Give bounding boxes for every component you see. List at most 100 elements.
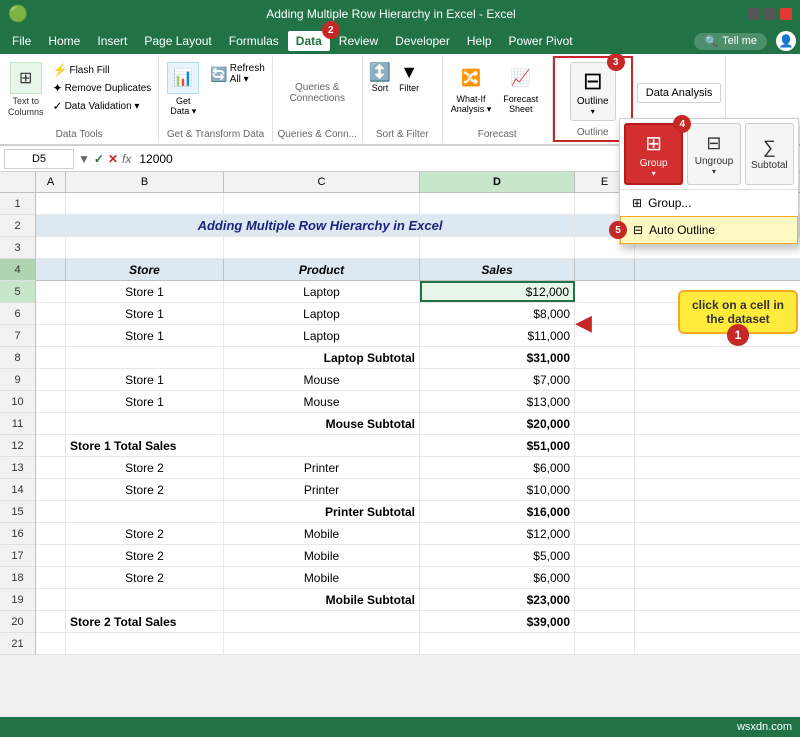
- grid-cell[interactable]: $7,000: [420, 369, 575, 390]
- grid-cell[interactable]: [575, 281, 635, 302]
- grid-cell[interactable]: [575, 391, 635, 412]
- col-header-d[interactable]: D: [420, 172, 575, 192]
- grid-cell[interactable]: [575, 259, 635, 280]
- grid-cell[interactable]: Store 1: [66, 369, 224, 390]
- row-num-13[interactable]: 13: [0, 457, 35, 479]
- row-num-21[interactable]: 21: [0, 633, 35, 655]
- row-num-12[interactable]: 12: [0, 435, 35, 457]
- grid-cell[interactable]: Laptop Subtotal: [224, 347, 420, 368]
- grid-cell[interactable]: [66, 237, 224, 258]
- row-num-3[interactable]: 3: [0, 237, 35, 259]
- grid-cell[interactable]: [224, 193, 420, 214]
- menu-page-layout[interactable]: Page Layout: [136, 31, 219, 51]
- grid-cell[interactable]: Store 1: [66, 325, 224, 346]
- menu-power-pivot[interactable]: Power Pivot: [501, 31, 581, 51]
- flash-fill-btn[interactable]: ⚡Flash Fill: [50, 62, 155, 78]
- grid-cell[interactable]: [36, 237, 66, 258]
- data-analysis-btn[interactable]: Data Analysis: [637, 83, 722, 103]
- grid-cell[interactable]: $16,000: [420, 501, 575, 522]
- row-num-14[interactable]: 14: [0, 479, 35, 501]
- grid-cell-title[interactable]: Adding Multiple Row Hierarchy in Excel: [66, 215, 575, 236]
- data-validation-btn[interactable]: ✓Data Validation ▾: [50, 98, 155, 114]
- grid-cell-b5[interactable]: Store 1: [66, 281, 224, 302]
- user-icon[interactable]: 👤: [776, 31, 796, 51]
- row-num-11[interactable]: 11: [0, 413, 35, 435]
- grid-cell[interactable]: Store 2: [66, 523, 224, 544]
- grid-cell-product-header[interactable]: Product: [224, 259, 420, 280]
- refresh-all-btn[interactable]: 🔄RefreshAll ▾: [207, 62, 267, 86]
- grid-cell[interactable]: [420, 193, 575, 214]
- grid-cell[interactable]: Printer: [224, 479, 420, 500]
- menu-help[interactable]: Help: [459, 31, 500, 51]
- maximize-btn[interactable]: [764, 8, 776, 20]
- menu-home[interactable]: Home: [40, 31, 88, 51]
- grid-cell[interactable]: [66, 347, 224, 368]
- menu-insert[interactable]: Insert: [89, 31, 135, 51]
- ungroup-btn[interactable]: ⊟ Ungroup ▾: [687, 123, 740, 185]
- grid-cell[interactable]: [224, 237, 420, 258]
- grid-cell[interactable]: [575, 479, 635, 500]
- grid-cell[interactable]: Printer Subtotal: [224, 501, 420, 522]
- row-num-17[interactable]: 17: [0, 545, 35, 567]
- grid-cell-c5[interactable]: Laptop: [224, 281, 420, 302]
- grid-cell[interactable]: $10,000: [420, 479, 575, 500]
- grid-cell[interactable]: $39,000: [420, 611, 575, 632]
- row-num-9[interactable]: 9: [0, 369, 35, 391]
- grid-cell[interactable]: [66, 633, 224, 654]
- grid-cell[interactable]: $13,000: [420, 391, 575, 412]
- outline-btn[interactable]: ⊟ Outline ▾ 3: [570, 62, 616, 121]
- grid-cell[interactable]: $6,000: [420, 567, 575, 588]
- subtotal-btn[interactable]: ∑ Subtotal: [745, 123, 794, 185]
- row-num-19[interactable]: 19: [0, 589, 35, 611]
- cell-reference[interactable]: D5: [4, 149, 74, 169]
- grid-cell[interactable]: Laptop: [224, 303, 420, 324]
- filter-btn[interactable]: ▼ Filter: [397, 60, 421, 95]
- grid-cell[interactable]: Mouse: [224, 391, 420, 412]
- grid-cell[interactable]: [36, 193, 66, 214]
- grid-cell[interactable]: [224, 611, 420, 632]
- grid-cell[interactable]: [575, 457, 635, 478]
- grid-cell[interactable]: Mobile: [224, 567, 420, 588]
- row-num-10[interactable]: 10: [0, 391, 35, 413]
- auto-outline-item[interactable]: ⊟ Auto Outline 5: [620, 216, 798, 244]
- grid-cell[interactable]: $12,000: [420, 523, 575, 544]
- grid-cell[interactable]: [575, 545, 635, 566]
- group-big-btn[interactable]: ⊞ Group ▾ 4: [624, 123, 683, 185]
- row-num-5[interactable]: 5: [0, 281, 35, 303]
- grid-cell[interactable]: $31,000: [420, 347, 575, 368]
- grid-cell[interactable]: Store 2: [66, 457, 224, 478]
- grid-cell[interactable]: $11,000: [420, 325, 575, 346]
- grid-cell[interactable]: [420, 237, 575, 258]
- grid-cell[interactable]: Store 2: [66, 567, 224, 588]
- grid-cell[interactable]: [575, 435, 635, 456]
- grid-cell[interactable]: [575, 567, 635, 588]
- grid-cell[interactable]: [36, 259, 66, 280]
- menu-formulas[interactable]: Formulas: [221, 31, 287, 51]
- remove-duplicates-btn[interactable]: ✦Remove Duplicates: [50, 80, 155, 96]
- grid-cell[interactable]: Store 2: [66, 479, 224, 500]
- row-num-15[interactable]: 15: [0, 501, 35, 523]
- forecast-sheet-btn[interactable]: 📈 ForecastSheet: [499, 60, 542, 116]
- grid-cell[interactable]: $20,000: [420, 413, 575, 434]
- col-header-b[interactable]: B: [66, 172, 224, 192]
- menu-review[interactable]: Review: [331, 31, 386, 51]
- grid-cell[interactable]: Laptop: [224, 325, 420, 346]
- grid-cell[interactable]: Store 1: [66, 303, 224, 324]
- grid-cell[interactable]: [36, 281, 66, 302]
- grid-cell[interactable]: [575, 611, 635, 632]
- grid-cell[interactable]: [575, 501, 635, 522]
- grid-cell[interactable]: [420, 633, 575, 654]
- col-header-a[interactable]: A: [36, 172, 66, 192]
- sort-az-btn[interactable]: ↕️ Sort: [367, 60, 393, 95]
- menu-file[interactable]: File: [4, 31, 39, 51]
- grid-cell[interactable]: [575, 589, 635, 610]
- grid-cell[interactable]: [575, 413, 635, 434]
- get-data-btn[interactable]: 📊 GetData ▾: [163, 60, 203, 119]
- grid-cell[interactable]: Store 2: [66, 545, 224, 566]
- grid-cell[interactable]: Mobile: [224, 545, 420, 566]
- grid-cell[interactable]: [575, 347, 635, 368]
- grid-cell[interactable]: Mobile: [224, 523, 420, 544]
- grid-cell[interactable]: $51,000: [420, 435, 575, 456]
- grid-cell[interactable]: Mouse: [224, 369, 420, 390]
- grid-cell[interactable]: [66, 589, 224, 610]
